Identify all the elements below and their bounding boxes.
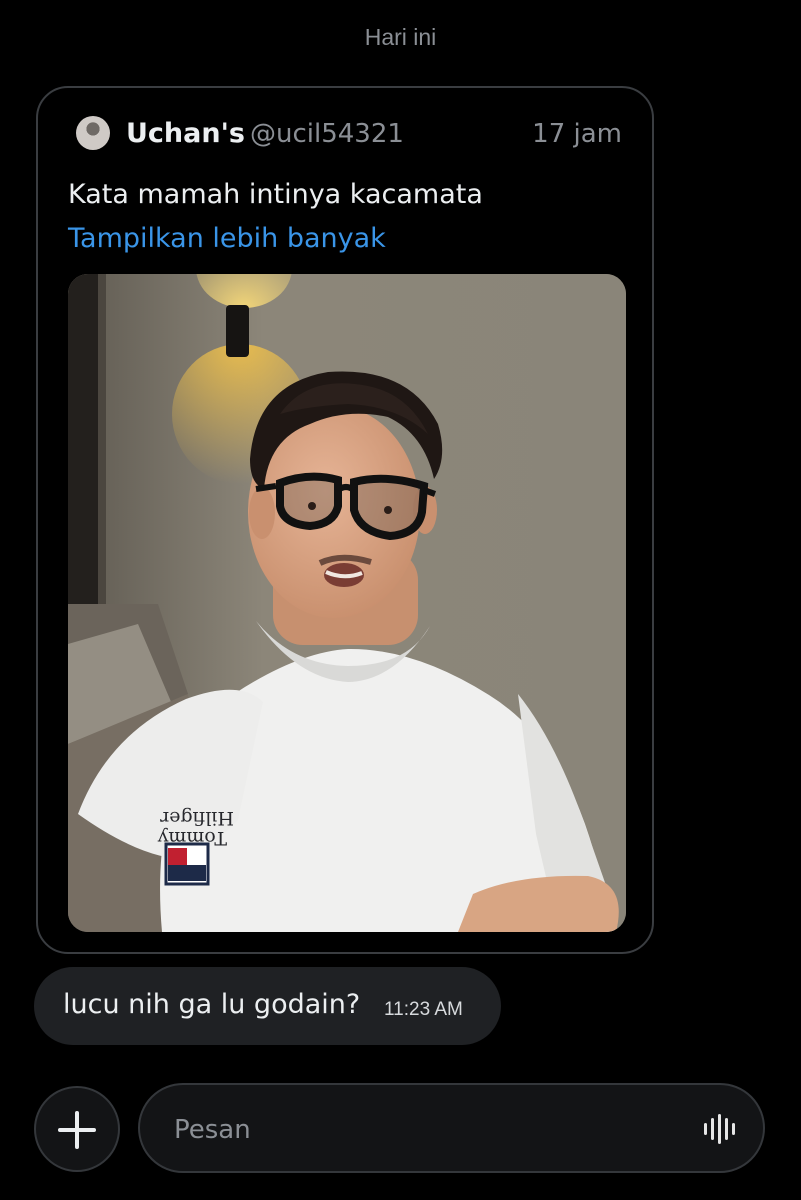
message-composer[interactable] bbox=[138, 1083, 765, 1173]
tweet-photo[interactable]: Tommy Hilfiger bbox=[68, 274, 626, 932]
author-name[interactable]: Uchan's bbox=[126, 118, 245, 149]
plus-icon-vertical bbox=[75, 1111, 79, 1149]
svg-text:Hilfiger: Hilfiger bbox=[159, 807, 234, 829]
show-more-link[interactable]: Tampilkan lebih banyak bbox=[68, 223, 386, 254]
add-attachment-button[interactable] bbox=[34, 1086, 120, 1172]
tweet-text: Kata mamah intinya kacamata bbox=[68, 179, 483, 210]
tweet-timestamp: 17 jam bbox=[532, 119, 622, 149]
author-avatar[interactable] bbox=[76, 116, 110, 150]
shared-tweet-card[interactable]: Uchan's @ucil54321 17 jam Kata mamah int… bbox=[36, 86, 654, 954]
message-text: lucu nih ga lu godain? bbox=[63, 989, 361, 1020]
message-bubble[interactable]: lucu nih ga lu godain? 11:23 AM bbox=[34, 967, 501, 1045]
message-time: 11:23 AM bbox=[384, 999, 463, 1020]
date-separator: Hari ini bbox=[364, 24, 437, 50]
message-input[interactable] bbox=[172, 1109, 656, 1151]
voice-waveform-icon[interactable] bbox=[703, 1112, 739, 1146]
author-handle[interactable]: @ucil54321 bbox=[250, 119, 404, 149]
